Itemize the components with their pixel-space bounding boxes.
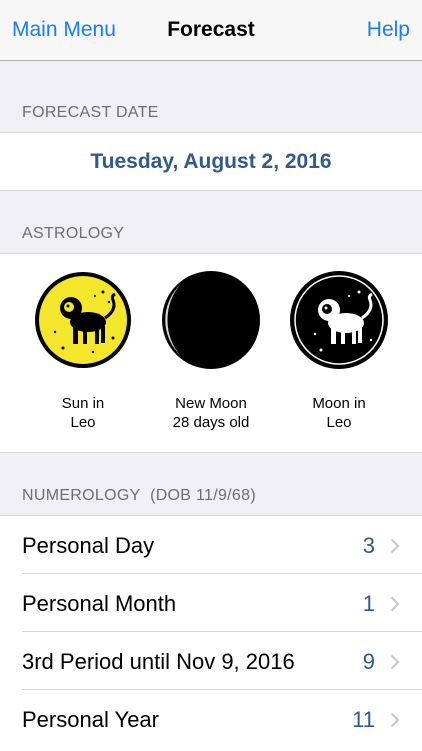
list-item-personal-year[interactable]: Personal Year 11 <box>0 690 422 748</box>
new-moon-item[interactable]: New Moon 28 days old <box>151 270 271 432</box>
new-moon-icon <box>162 271 260 369</box>
row-label: Personal Month <box>22 591 177 616</box>
moon-in-leo-item[interactable]: Moon in Leo <box>279 270 399 432</box>
forecast-date-cell[interactable]: Tuesday, August 2, 2016 <box>0 132 422 191</box>
numerology-title: NUMEROLOGY <box>22 487 141 504</box>
navigation-bar: Main Menu Forecast Help <box>0 0 422 61</box>
sun-in-leo-item[interactable]: Sun in Leo <box>23 270 143 432</box>
moon-leo-icon <box>290 271 388 369</box>
row-value: 9 <box>362 649 375 674</box>
sun-in-leo-label: Sun in Leo <box>61 395 105 431</box>
astrology-header: ASTROLOGY <box>22 225 125 242</box>
row-value: 1 <box>362 591 375 616</box>
astrology-cell: Sun in Leo New Moon 28 days old Moon in … <box>0 253 422 453</box>
new-moon-label: New Moon 28 days old <box>172 395 250 431</box>
row-label: 3rd Period until Nov 9, 2016 <box>22 649 295 674</box>
list-item-personal-day[interactable]: Personal Day 3 <box>0 516 422 574</box>
row-label: Personal Year <box>22 707 159 732</box>
chevron-right-icon <box>390 712 400 728</box>
chevron-right-icon <box>390 538 400 554</box>
dob-label: (DOB 11/9/68) <box>150 487 256 504</box>
list-item-personal-month[interactable]: Personal Month 1 <box>0 574 422 632</box>
list-item-third-period[interactable]: 3rd Period until Nov 9, 2016 9 <box>0 632 422 690</box>
row-value: 11 <box>352 707 375 732</box>
sun-leo-icon <box>35 272 131 368</box>
forecast-date-value: Tuesday, August 2, 2016 <box>90 150 332 173</box>
numerology-header: NUMEROLOGY (DOB 11/9/68) <box>22 487 256 505</box>
page-title: Forecast <box>167 18 255 41</box>
moon-in-leo-label: Moon in Leo <box>312 395 366 431</box>
chevron-right-icon <box>390 596 400 612</box>
row-label: Personal Day <box>22 533 155 558</box>
chevron-right-icon <box>390 654 400 670</box>
numerology-list: Personal Day 3 Personal Month 1 3rd Peri… <box>0 515 422 751</box>
help-button[interactable]: Help <box>367 18 410 42</box>
row-value: 3 <box>362 533 375 558</box>
forecast-date-header: FORECAST DATE <box>22 104 159 121</box>
